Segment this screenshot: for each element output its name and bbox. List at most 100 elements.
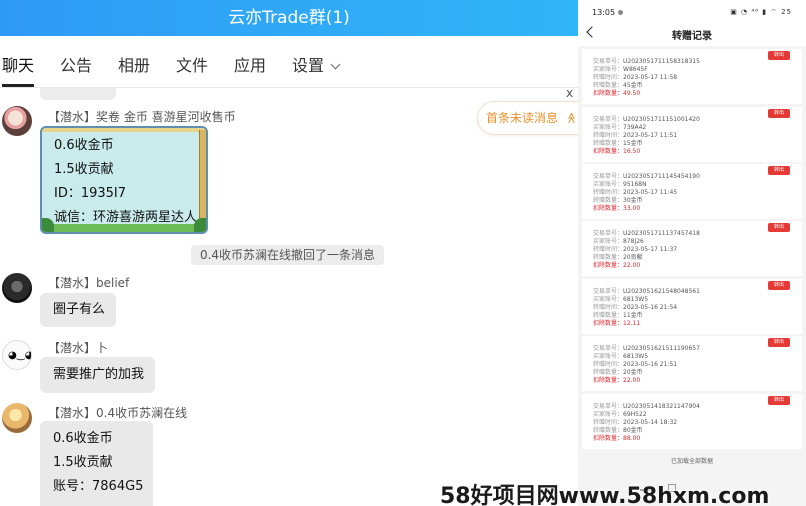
transfer-record[interactable]: 交易单号：U2023051711145454190 买家账号：95168N 转赠时间… (582, 164, 802, 219)
tab-album[interactable]: 相册 (118, 54, 150, 78)
first-unread-message-button[interactable]: 首条未读消息 ≫ (477, 101, 578, 135)
record-field-value: 2023-05-16 21:54 (623, 304, 678, 311)
record-field-time: 转赠时间：2023-05-17 11:45 (593, 189, 677, 196)
transfer-record[interactable]: 交易单号：U2023051418321147904 买家账号：69H522 转赠时间… (582, 394, 802, 449)
record-field-value: U2023051711137457418 (623, 230, 700, 237)
unread-label: 首条未读消息 (486, 111, 559, 125)
record-field-value: 15金币 (623, 140, 643, 147)
record-field-value: 45金币 (623, 82, 643, 89)
avatar[interactable] (2, 403, 32, 433)
tab-announcement[interactable]: 公告 (60, 54, 92, 78)
record-field-value: 2023-05-17 11:45 (623, 189, 678, 196)
record-field-tx: 交易单号：U2023051418321147904 (593, 403, 700, 410)
transfer-record-screen: 13:05 ▣ ◔ ⁴⁶ ▮ ⌔ 25 转赠记录 交易单号：U202305171… (578, 0, 806, 506)
record-field-time: 转赠时间：2023-05-17 11:37 (593, 246, 677, 253)
active-tab-indicator (2, 84, 34, 87)
record-field-value: 22.00 (623, 262, 641, 269)
record-field-label: 买家账号： (593, 411, 624, 418)
record-field-value: 49.50 (623, 90, 641, 97)
record-field-value: 95168N (623, 181, 647, 188)
record-field-value: U2023051711158318315 (623, 58, 700, 65)
close-icon[interactable]: x (566, 86, 573, 100)
record-field-qty: 转赠数量：15金币 (593, 140, 643, 147)
avatar[interactable]: ◕‿◕ (2, 340, 32, 370)
message-line: 0.6收金币 (53, 431, 113, 446)
transfer-out-badge: 转出 (768, 396, 790, 405)
record-field-label: 买家账号： (593, 181, 624, 188)
message-line: 账号：7864G5 (53, 479, 144, 494)
record-field-qty: 转赠数量：20金币 (593, 369, 643, 376)
record-field-label: 交易单号： (593, 345, 624, 352)
record-field-value: W8645F (623, 66, 648, 73)
screenshot-root: 云亦Trade群(1) 聊天 公告 相册 文件 应用 设置 x 【潜水】奖卷 金… (0, 0, 806, 506)
transfer-record[interactable]: 交易单号：U2023051621511190657 买家账号：6813W5 转赠时间… (582, 336, 802, 391)
record-field-qty: 转赠数量：11金币 (593, 312, 643, 319)
record-field-value: 20贡献 (623, 254, 643, 261)
record-field-time: 转赠时间：2023-05-17 11:58 (593, 74, 677, 81)
record-field-tx: 交易单号：U2023051711137457418 (593, 230, 700, 237)
record-field-value: 12.11 (623, 320, 641, 327)
record-field-label: 扣除数量： (593, 320, 624, 327)
message-line: 0.6收金币 (54, 138, 114, 153)
record-field-buyer: 买家账号：95168N (593, 181, 647, 188)
message-line: 1.5收贡献 (53, 455, 113, 470)
record-field-qty: 转赠数量：80金币 (593, 427, 643, 434)
avatar[interactable] (2, 106, 32, 136)
record-field-label: 扣除数量： (593, 262, 624, 269)
transfer-out-badge: 转出 (768, 109, 790, 118)
record-field-label: 扣除数量： (593, 377, 624, 384)
record-field-label: 转赠数量： (593, 312, 624, 319)
transfer-record[interactable]: 交易单号：U2023051711137457418 买家账号：878J26 转赠时间… (582, 221, 802, 276)
record-field-deduct: 扣除数量：88.00 (593, 435, 640, 442)
avatar[interactable] (2, 273, 32, 303)
record-field-value: U2023051711145454190 (623, 173, 700, 180)
record-field-label: 扣除数量： (593, 148, 624, 155)
transfer-record[interactable]: 交易单号：U2023051621548048561 买家账号：6813W5 转赠时间… (582, 279, 802, 334)
message-line: 1.5收贡献 (54, 162, 114, 177)
message-bubble: 需要推广的加我 (40, 357, 155, 393)
tab-files[interactable]: 文件 (176, 54, 208, 78)
status-icons: ▣ ◔ ⁴⁶ ▮ ⌔ 25 (730, 8, 792, 16)
message-bubble-scroll: 0.6收金币 1.5收贡献 ID：1935I7 诚信：环游喜游两星达人 (40, 126, 208, 234)
message-bubble: 圈子有么 (40, 293, 116, 327)
face-drawing: ◕‿◕ (8, 350, 32, 361)
record-field-time: 转赠时间：2023-05-14 18:32 (593, 419, 677, 426)
record-field-value: 6813W5 (623, 296, 649, 303)
previous-bubble-edge (40, 88, 116, 100)
message-line: 圈子有么 (53, 302, 106, 317)
record-field-deduct: 扣除数量：22.00 (593, 377, 640, 384)
record-field-label: 扣除数量： (593, 435, 624, 442)
sender-name: 【潜水】卜 (48, 341, 109, 355)
record-field-deduct: 扣除数量：16.50 (593, 148, 640, 155)
record-field-value: 2023-05-17 11:51 (623, 132, 678, 139)
record-field-buyer: 买家账号：69H522 (593, 411, 647, 418)
record-field-label: 交易单号： (593, 58, 624, 65)
recall-notice: 0.4收币苏澜在线撤回了一条消息 (191, 245, 384, 265)
message-line: 需要推广的加我 (53, 367, 145, 382)
record-field-value: 739A42 (623, 124, 647, 131)
scroll-decoration-top (42, 128, 206, 132)
record-field-value: 30金币 (623, 197, 643, 204)
record-field-value: 2023-05-17 11:58 (623, 74, 678, 81)
grass-decoration-left (42, 218, 54, 232)
tab-settings[interactable]: 设置 (292, 54, 341, 78)
record-field-label: 交易单号： (593, 173, 624, 180)
tab-apps[interactable]: 应用 (234, 54, 266, 78)
record-field-label: 扣除数量： (593, 205, 624, 212)
record-field-qty: 转赠数量：45金币 (593, 82, 643, 89)
double-chevron-up-icon: ≫ (564, 112, 578, 124)
record-field-label: 交易单号： (593, 230, 624, 237)
grass-decoration (42, 224, 206, 232)
record-field-label: 买家账号： (593, 353, 624, 360)
transfer-record[interactable]: 交易单号：U2023051711151001420 买家账号：739A42 转赠时间… (582, 107, 802, 162)
transfer-record[interactable]: 交易单号：U2023051711158318315 买家账号：W8645F 转赠时间… (582, 49, 802, 104)
sender-name: 【潜水】奖卷 金币 喜游星河收售币 (48, 110, 236, 124)
record-field-label: 转赠数量： (593, 197, 624, 204)
record-field-label: 转赠时间： (593, 419, 624, 426)
notification-dot-icon (618, 10, 623, 15)
message-bubble: 0.6收金币 1.5收贡献 账号：7864G5 (40, 421, 153, 506)
record-field-buyer: 买家账号：W8645F (593, 66, 648, 73)
tab-settings-label: 设置 (292, 56, 325, 75)
tab-chat[interactable]: 聊天 (2, 54, 34, 78)
record-field-value: 33.00 (623, 205, 641, 212)
